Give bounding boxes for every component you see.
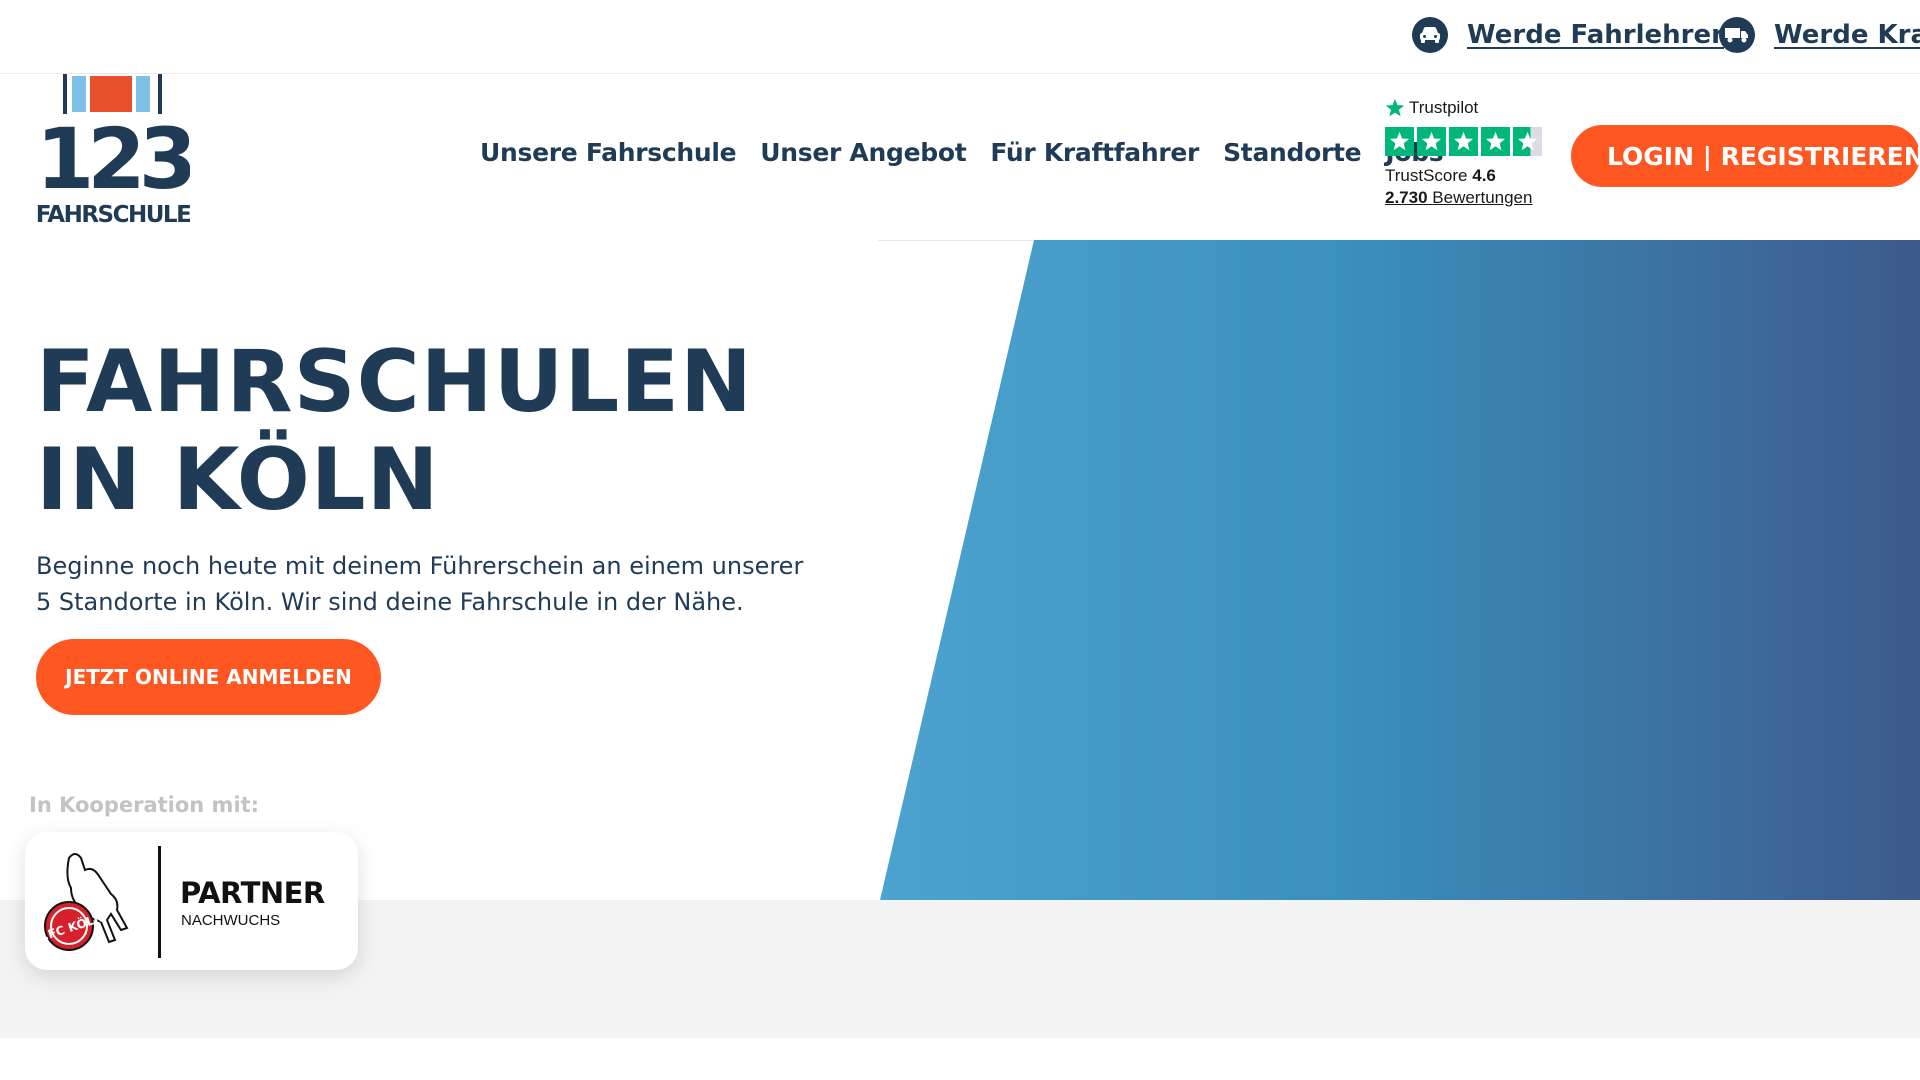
- become-driver-label: Werde Kraft: [1774, 20, 1920, 50]
- cooperation-label: In Kooperation mit:: [29, 793, 260, 817]
- register-online-button[interactable]: JETZT ONLINE ANMELDEN: [36, 639, 381, 715]
- top-bar: Werde Fahrlehrer Werde Kraft: [0, 0, 1920, 74]
- fc-koeln-logo: 1.FC KÖLN: [41, 853, 129, 951]
- become-driver-link[interactable]: Werde Kraft: [1719, 17, 1920, 53]
- logo-number: 123: [36, 110, 190, 208]
- rating-star-icon: [1385, 127, 1414, 156]
- hero-description: Beginne noch heute mit deinem Führersche…: [36, 552, 804, 616]
- trustpilot-widget[interactable]: Trustpilot TrustScore 4.6 2.730 Bewertun…: [1385, 98, 1555, 208]
- nav-item-unsere-fahrschule[interactable]: Unsere Fahrschule: [480, 138, 737, 167]
- nav-item-unser-angebot[interactable]: Unser Angebot: [760, 138, 966, 167]
- main-nav: Unsere Fahrschule Unser Angebot Für Kraf…: [480, 138, 1444, 167]
- logo-name: FAHRSCHULE: [36, 202, 190, 224]
- review-count-label: Bewertungen: [1432, 188, 1533, 207]
- partner-title: PARTNER: [180, 876, 325, 910]
- brand-logo[interactable]: 123 FAHRSCHULE: [36, 74, 198, 228]
- partner-badge[interactable]: 1.FC KÖLN PARTNER NACHWUCHS: [25, 832, 358, 970]
- rating-star-icon: [1481, 127, 1510, 156]
- review-count: 2.730: [1385, 188, 1428, 207]
- become-instructor-label: Werde Fahrlehrer: [1467, 20, 1724, 50]
- trustpilot-star-icon: [1385, 98, 1405, 117]
- trustpilot-rating-stars: [1385, 127, 1555, 156]
- trustpilot-brand: Trustpilot: [1409, 98, 1479, 117]
- rating-star-icon: [1417, 127, 1446, 156]
- car-icon: [1412, 17, 1448, 53]
- nav-item-fuer-kraftfahrer[interactable]: Für Kraftfahrer: [990, 138, 1199, 167]
- rating-star-partial-icon: [1513, 127, 1542, 156]
- login-register-button[interactable]: LOGIN | REGISTRIEREN: [1571, 125, 1920, 187]
- trustscore-value: 4.6: [1472, 166, 1496, 185]
- partner-divider: [158, 846, 161, 958]
- trustpilot-header: Trustpilot: [1385, 98, 1555, 118]
- trustscore: TrustScore 4.6: [1385, 166, 1555, 186]
- partner-subtitle: NACHWUCHS: [181, 912, 281, 929]
- nav-item-standorte[interactable]: Standorte: [1223, 138, 1362, 167]
- trustpilot-review-count[interactable]: 2.730 Bewertungen: [1385, 188, 1555, 208]
- truck-icon: [1719, 17, 1755, 53]
- rating-star-icon: [1449, 127, 1478, 156]
- trustscore-label: TrustScore: [1385, 166, 1468, 185]
- become-instructor-link[interactable]: Werde Fahrlehrer: [1412, 17, 1724, 53]
- page-title: FAHRSCHULEN IN KÖLN: [36, 332, 754, 530]
